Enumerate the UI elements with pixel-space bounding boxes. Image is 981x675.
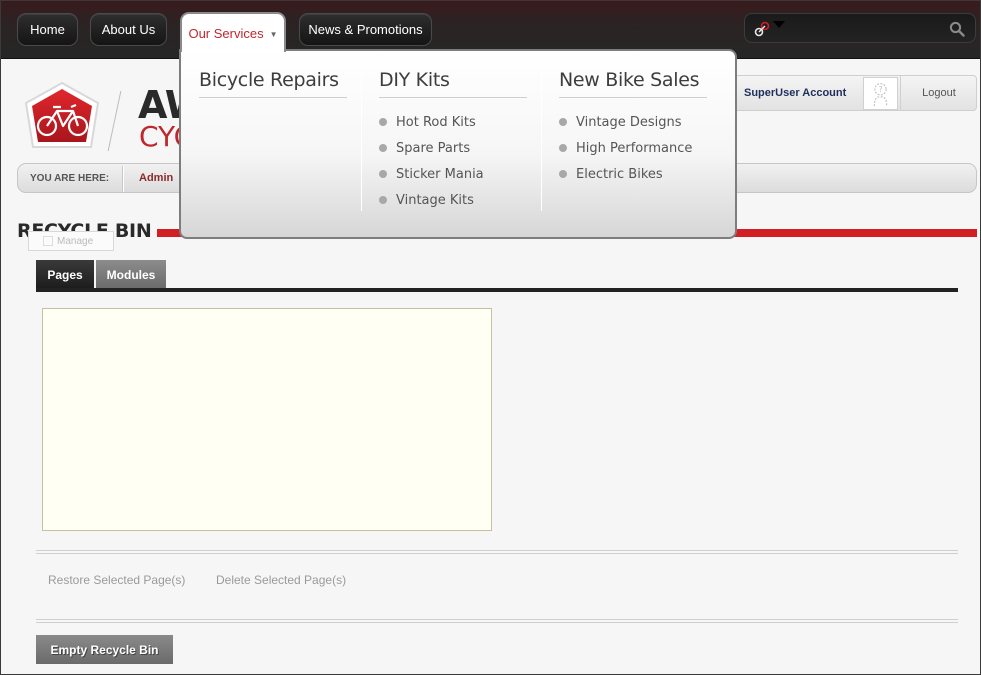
- nav-about-us[interactable]: About Us: [90, 13, 167, 46]
- svg-text:?: ?: [879, 85, 883, 94]
- bullet-icon: [559, 118, 567, 126]
- services-mega-menu: Bicycle Repairs DIY Kits Hot Rod Kits Sp…: [179, 49, 737, 239]
- menu-column-divider: [541, 65, 542, 211]
- bullet-icon: [559, 144, 567, 152]
- manage-icon: [43, 236, 53, 246]
- empty-recycle-bin-label: Empty Recycle Bin: [50, 642, 159, 657]
- menu-item-vintage-kits[interactable]: Vintage Kits: [379, 187, 484, 213]
- divider: [36, 550, 958, 554]
- menu-item-label: Sticker Mania: [396, 166, 484, 182]
- breadcrumb-link-admin[interactable]: Admin: [139, 172, 173, 184]
- deleted-pages-listbox[interactable]: [42, 308, 492, 531]
- logo-bicycle-icon[interactable]: [23, 81, 101, 153]
- menu-item-label: Spare Parts: [396, 140, 471, 156]
- user-account-link[interactable]: SuperUser Account: [744, 87, 846, 99]
- bullet-icon: [379, 144, 387, 152]
- search-input[interactable]: [793, 18, 943, 40]
- nav-home-label: Home: [30, 22, 65, 37]
- caret-down-icon: ▼: [269, 29, 278, 39]
- menu-list-diy-kits: Hot Rod Kits Spare Parts Sticker Mania V…: [379, 109, 484, 213]
- menu-column-bicycle-repairs: Bicycle Repairs: [199, 51, 349, 211]
- menu-item-label: Hot Rod Kits: [396, 114, 476, 130]
- manage-label: Manage: [57, 235, 94, 247]
- tab-pages[interactable]: Pages: [36, 260, 94, 289]
- delete-selected-pages-link[interactable]: Delete Selected Page(s): [216, 573, 346, 587]
- nav-news-promotions[interactable]: News & Promotions: [299, 13, 432, 46]
- menu-column-divider: [361, 65, 362, 211]
- menu-item-label: Vintage Designs: [576, 114, 682, 130]
- menu-column-diy-kits: DIY Kits Hot Rod Kits Spare Parts Sticke…: [379, 51, 529, 211]
- bullet-icon: [379, 118, 387, 126]
- nav-home[interactable]: Home: [17, 13, 78, 46]
- menu-heading-diy-kits[interactable]: DIY Kits: [379, 69, 527, 98]
- menu-item-label: High Performance: [576, 140, 693, 156]
- logo-divider: [107, 91, 122, 151]
- menu-item-hot-rod-kits[interactable]: Hot Rod Kits: [379, 109, 484, 135]
- tab-modules-label: Modules: [106, 267, 156, 282]
- divider: [36, 619, 958, 623]
- chevron-down-icon[interactable]: [773, 21, 785, 28]
- menu-item-electric-bikes[interactable]: Electric Bikes: [559, 161, 692, 187]
- menu-item-high-performance[interactable]: High Performance: [559, 135, 692, 161]
- restore-selected-pages-link[interactable]: Restore Selected Page(s): [48, 573, 185, 587]
- menu-heading-new-bike-sales[interactable]: New Bike Sales: [559, 69, 707, 98]
- bullet-icon: [379, 170, 387, 178]
- manage-button[interactable]: Manage: [28, 231, 114, 251]
- tab-underline: [36, 288, 958, 292]
- bullet-icon: [379, 196, 387, 204]
- user-strip: SuperUser Account ? Logout: [735, 75, 977, 111]
- logout-label: Logout: [922, 87, 956, 99]
- nav-our-services-label: Our Services: [188, 25, 264, 41]
- menu-item-label: Vintage Kits: [396, 192, 474, 208]
- menu-item-sticker-mania[interactable]: Sticker Mania: [379, 161, 484, 187]
- menu-item-spare-parts[interactable]: Spare Parts: [379, 135, 484, 161]
- search-scope-icon[interactable]: [753, 20, 771, 38]
- tab-modules[interactable]: Modules: [96, 260, 166, 289]
- menu-column-new-bike-sales: New Bike Sales Vintage Designs High Perf…: [559, 51, 709, 211]
- bullet-icon: [559, 170, 567, 178]
- menu-item-vintage-designs[interactable]: Vintage Designs: [559, 109, 692, 135]
- menu-heading-bicycle-repairs[interactable]: Bicycle Repairs: [199, 69, 347, 98]
- menu-list-new-bike-sales: Vintage Designs High Performance Electri…: [559, 109, 692, 187]
- tab-pages-label: Pages: [47, 267, 83, 282]
- nav-news-label: News & Promotions: [308, 22, 423, 37]
- empty-recycle-bin-button[interactable]: Empty Recycle Bin: [36, 635, 173, 664]
- search-box: [744, 13, 976, 43]
- nav-our-services[interactable]: Our Services ▼: [180, 12, 286, 52]
- breadcrumb-label: YOU ARE HERE:: [30, 173, 110, 184]
- search-icon[interactable]: [949, 21, 965, 37]
- avatar-placeholder-icon[interactable]: ?: [863, 77, 898, 110]
- menu-item-label: Electric Bikes: [576, 166, 663, 182]
- breadcrumb-divider: [122, 166, 124, 192]
- logout-button[interactable]: Logout: [900, 76, 977, 110]
- nav-about-us-label: About Us: [101, 22, 156, 37]
